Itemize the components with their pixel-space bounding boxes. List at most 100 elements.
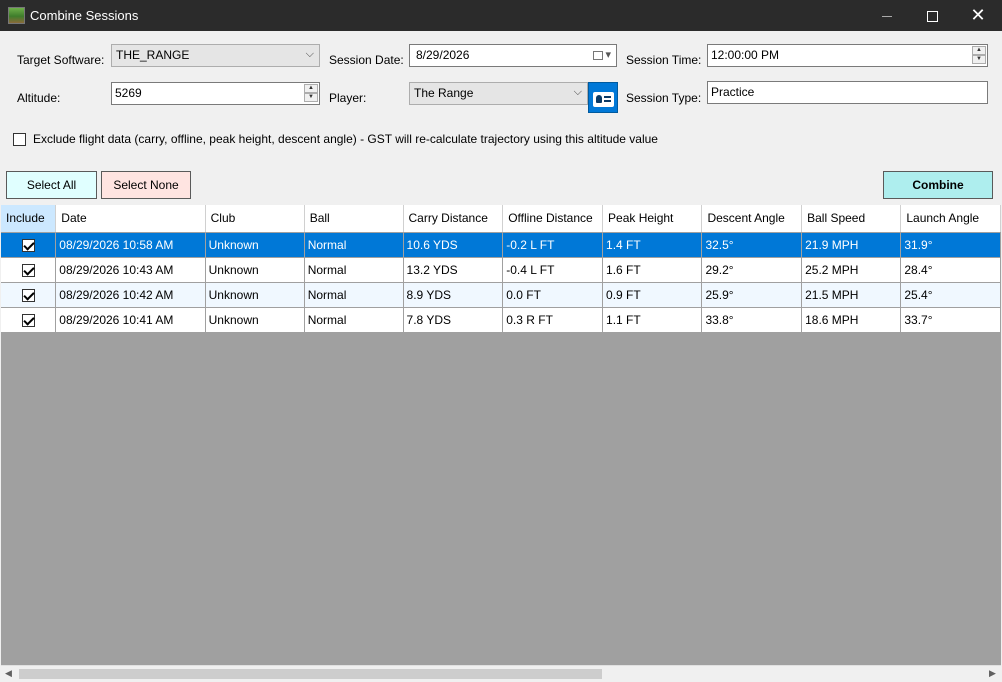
scroll-right-icon[interactable]: ▶ <box>989 668 996 679</box>
close-button[interactable]: ✕ <box>955 0 1001 31</box>
chevron-down-icon: ⌵ <box>573 86 582 98</box>
speed-cell: 18.6 MPH <box>801 307 902 333</box>
include-cell[interactable] <box>1 307 57 333</box>
carry-cell: 10.6 YDS <box>403 232 504 258</box>
descent-cell: 29.2° <box>701 257 803 283</box>
session-type-value: Practice <box>711 85 755 99</box>
include-cell[interactable] <box>1 282 57 308</box>
table-row[interactable]: 08/29/2026 10:41 AM Unknown Normal 7.8 Y… <box>1 307 1001 333</box>
descent-cell: 32.5° <box>701 232 803 258</box>
column-header-descent-angle[interactable]: Descent Angle <box>701 205 803 233</box>
include-checkbox[interactable] <box>21 238 35 252</box>
column-header-ball[interactable]: Ball <box>304 205 404 233</box>
column-header-include[interactable]: Include <box>1 205 57 233</box>
carry-cell: 13.2 YDS <box>403 257 504 283</box>
spin-down-icon[interactable]: ▼ <box>972 55 986 64</box>
club-cell: Unknown <box>205 257 305 283</box>
carry-cell: 8.9 YDS <box>403 282 504 308</box>
column-header-date[interactable]: Date <box>55 205 206 233</box>
exclude-flight-data-checkbox[interactable] <box>13 133 26 147</box>
launch-cell: 25.4° <box>900 282 1001 308</box>
table-header-row: Include Date Club Ball Carry Distance Of… <box>1 205 1001 233</box>
altitude-value: 5269 <box>115 86 142 100</box>
column-header-club[interactable]: Club <box>205 205 305 233</box>
club-cell: Unknown <box>205 282 305 308</box>
calendar-dropdown-button[interactable]: ▾ <box>593 48 611 61</box>
window-title: Combine Sessions <box>30 8 139 23</box>
altitude-spinner[interactable]: 5269 ▲ ▼ <box>111 82 320 105</box>
altitude-label: Altitude: <box>17 91 61 105</box>
column-header-carry-distance[interactable]: Carry Distance <box>403 205 504 233</box>
spin-up-icon[interactable]: ▲ <box>972 46 986 55</box>
spin-up-icon[interactable]: ▲ <box>304 84 318 93</box>
close-icon: ✕ <box>970 5 986 25</box>
ball-cell: Normal <box>304 307 404 333</box>
carry-cell: 7.8 YDS <box>403 307 504 333</box>
include-cell[interactable] <box>1 257 57 283</box>
maximize-icon <box>926 10 938 22</box>
session-type-input[interactable]: Practice <box>707 81 988 104</box>
id-card-icon <box>593 92 614 107</box>
session-time-spinner[interactable]: 12:00:00 PM ▲ ▼ <box>707 44 988 67</box>
offline-cell: -0.2 L FT <box>502 232 604 258</box>
peak-cell: 0.9 FT <box>602 282 703 308</box>
player-label: Player: <box>329 91 367 105</box>
ball-cell: Normal <box>304 232 404 258</box>
title-bar: Combine Sessions ✕ <box>0 0 1002 31</box>
shots-table: Include Date Club Ball Carry Distance Of… <box>1 205 1001 333</box>
column-header-ball-speed[interactable]: Ball Speed <box>801 205 902 233</box>
ball-cell: Normal <box>304 282 404 308</box>
speed-cell: 21.9 MPH <box>801 232 902 258</box>
player-value: The Range <box>414 86 474 100</box>
session-date-picker[interactable]: 8/29/2026 ▾ <box>409 44 617 67</box>
table-row[interactable]: 08/29/2026 10:42 AM Unknown Normal 8.9 Y… <box>1 282 1001 308</box>
offline-cell: 0.3 R FT <box>502 307 604 333</box>
offline-cell: -0.4 L FT <box>502 257 604 283</box>
date-cell: 08/29/2026 10:41 AM <box>55 307 206 333</box>
peak-cell: 1.1 FT <box>602 307 703 333</box>
minimize-button[interactable] <box>864 0 910 31</box>
launch-cell: 28.4° <box>900 257 1001 283</box>
altitude-spinner-buttons[interactable]: ▲ ▼ <box>304 84 318 103</box>
table-row[interactable]: 08/29/2026 10:58 AM Unknown Normal 10.6 … <box>1 232 1001 258</box>
include-checkbox[interactable] <box>21 263 35 277</box>
club-cell: Unknown <box>205 307 305 333</box>
select-none-button[interactable]: Select None <box>101 171 191 199</box>
column-header-offline-distance[interactable]: Offline Distance <box>502 205 604 233</box>
ball-cell: Normal <box>304 257 404 283</box>
combine-button[interactable]: Combine <box>883 171 993 199</box>
column-header-peak-height[interactable]: Peak Height <box>602 205 703 233</box>
include-cell[interactable] <box>1 232 57 258</box>
shots-grid[interactable]: Include Date Club Ball Carry Distance Of… <box>1 205 1001 665</box>
speed-cell: 21.5 MPH <box>801 282 902 308</box>
launch-cell: 31.9° <box>900 232 1001 258</box>
player-dropdown[interactable]: The Range ⌵ <box>409 82 588 105</box>
column-header-launch-angle[interactable]: Launch Angle <box>900 205 1001 233</box>
scroll-left-icon[interactable]: ◀ <box>5 668 12 679</box>
descent-cell: 25.9° <box>701 282 803 308</box>
scrollbar-thumb[interactable] <box>19 669 602 679</box>
include-checkbox[interactable] <box>21 313 35 327</box>
peak-cell: 1.6 FT <box>602 257 703 283</box>
date-cell: 08/29/2026 10:58 AM <box>55 232 206 258</box>
session-time-label: Session Time: <box>626 53 702 67</box>
chevron-down-icon: ⌵ <box>305 48 314 60</box>
date-cell: 08/29/2026 10:43 AM <box>55 257 206 283</box>
session-type-label: Session Type: <box>626 91 702 105</box>
table-row[interactable]: 08/29/2026 10:43 AM Unknown Normal 13.2 … <box>1 257 1001 283</box>
horizontal-scrollbar[interactable]: ◀ ▶ <box>1 665 1001 682</box>
select-all-button[interactable]: Select All <box>6 171 97 199</box>
player-profile-button[interactable] <box>588 82 618 113</box>
maximize-button[interactable] <box>909 0 955 31</box>
exclude-flight-data-option[interactable]: Exclude flight data (carry, offline, pea… <box>13 132 658 147</box>
target-software-dropdown[interactable]: THE_RANGE ⌵ <box>111 44 320 67</box>
include-checkbox[interactable] <box>21 288 35 302</box>
spin-down-icon[interactable]: ▼ <box>304 93 318 102</box>
club-cell: Unknown <box>205 232 305 258</box>
exclude-flight-data-label: Exclude flight data (carry, offline, pea… <box>33 132 658 146</box>
time-spinner-buttons[interactable]: ▲ ▼ <box>972 46 986 65</box>
date-cell: 08/29/2026 10:42 AM <box>55 282 206 308</box>
minimize-icon <box>882 15 892 17</box>
golf-course-icon <box>8 7 25 24</box>
launch-cell: 33.7° <box>900 307 1001 333</box>
